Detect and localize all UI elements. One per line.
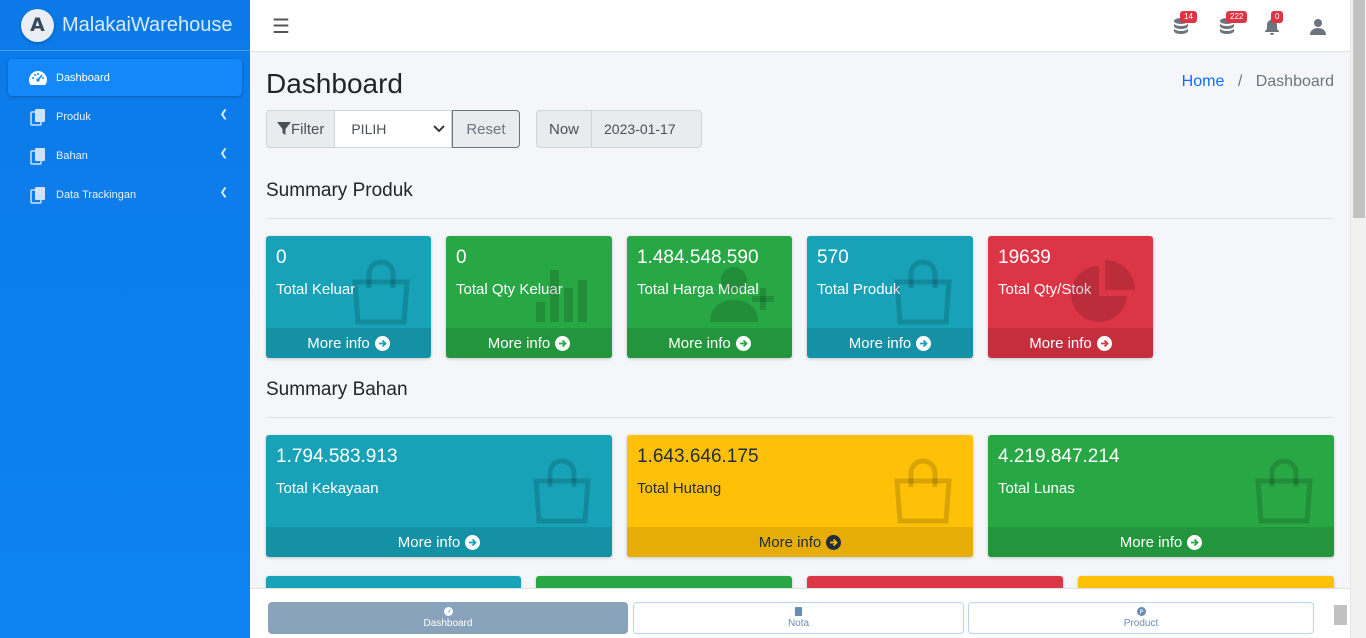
more-info-link[interactable]: More info [807, 328, 973, 358]
shopping-bag-icon [352, 259, 410, 325]
user-plus-icon [710, 267, 774, 322]
now-label: Now [536, 110, 593, 148]
more-info-link[interactable]: More info [446, 328, 612, 358]
chevron-down-icon [433, 125, 446, 133]
filter-group: Filter PILIH Reset [266, 110, 520, 148]
sidebar-item-dashboard[interactable]: Dashboard [8, 59, 242, 96]
bottom-nav: Dashboard Nota P Product [250, 588, 1350, 638]
card-total-kekayaan: 1.794.583.913 Total Kekayaan More info [266, 435, 612, 557]
breadcrumb-current: Dashboard [1255, 73, 1334, 90]
card-total-lunas: 4.219.847.214 Total Lunas More info [988, 435, 1334, 557]
card-total-hutang: 1.643.646.175 Total Hutang More info [627, 435, 973, 557]
chevron-left-icon: ❮ [219, 187, 228, 198]
bell-icon[interactable]: 0 [1259, 11, 1285, 39]
chevron-left-icon: ❮ [219, 109, 228, 120]
bar-chart-icon [536, 270, 587, 322]
bottom-nav-label: Product [1123, 618, 1159, 629]
more-info-link[interactable]: More info [988, 527, 1334, 557]
card-total-keluar: 0 Total Keluar More info [266, 236, 431, 358]
bottom-nav-nota[interactable]: Nota [633, 602, 964, 634]
arrow-circle-right-icon [735, 335, 751, 351]
notification-badge: 14 [1180, 11, 1197, 23]
bottom-nav-label: Dashboard [423, 618, 473, 629]
database-icon[interactable]: 222 [1214, 11, 1248, 39]
sidebar-item-label: Dashboard [56, 71, 110, 84]
database-icon[interactable]: 14 [1168, 11, 1197, 39]
page-scrollbar[interactable] [1350, 0, 1366, 638]
summary-produk-title: Summary Produk [266, 180, 1334, 219]
sidebar-item-data-trackingan[interactable]: Data Trackingan ❮ [8, 176, 242, 213]
arrow-circle-right-icon [916, 335, 932, 351]
copy-icon [28, 146, 48, 166]
bottom-nav-label: Nota [787, 618, 810, 629]
reset-button[interactable]: Reset [452, 110, 520, 148]
bottom-nav-dashboard[interactable]: Dashboard [268, 602, 628, 634]
sidebar-item-label: Bahan [56, 149, 88, 162]
arrow-circle-right-icon [374, 335, 390, 351]
notification-badge: 0 [1271, 11, 1284, 23]
more-info-link[interactable]: More info [988, 328, 1153, 358]
brand-link[interactable]: A MalakaiWarehouse [0, 0, 250, 51]
brand-name: MalakaiWarehouse [62, 13, 233, 36]
arrow-circle-right-icon [465, 534, 481, 550]
sidebar-item-bahan[interactable]: Bahan ❮ [8, 137, 242, 174]
page-title: Dashboard [266, 68, 403, 99]
breadcrumb-home-link[interactable]: Home [1182, 73, 1225, 90]
top-navbar: ☰ 14 222 0 [250, 0, 1350, 52]
arrow-circle-right-icon [555, 335, 571, 351]
copy-icon [28, 185, 48, 205]
more-info-link[interactable]: More info [627, 527, 973, 557]
notification-badge: 222 [1226, 11, 1248, 23]
more-info-link[interactable]: More info [266, 328, 431, 358]
scrollbar-thumb[interactable] [1353, 0, 1365, 218]
arrow-circle-right-icon [826, 534, 842, 550]
more-info-link[interactable]: More info [266, 527, 612, 557]
card-total-harga-modal: 1.484.548.590 Total Harga Modal More info [627, 236, 792, 358]
card-total-qty-keluar: 0 Total Qty Keluar More info [446, 236, 612, 358]
sidebar-item-label: Produk [56, 110, 91, 123]
arrow-circle-right-icon [1096, 335, 1112, 351]
tachometer-icon [443, 607, 453, 616]
more-info-link[interactable]: More info [627, 328, 792, 358]
sidebar-item-produk[interactable]: Produk ❮ [8, 98, 242, 135]
breadcrumb: Home / Dashboard [1182, 73, 1334, 91]
menu-toggle-icon[interactable]: ☰ [272, 14, 290, 39]
chevron-left-icon: ❮ [219, 148, 228, 159]
now-date-field[interactable]: 2023-01-17 [592, 110, 703, 148]
copy-icon [28, 107, 48, 127]
brand-logo: A [21, 8, 54, 42]
user-icon[interactable] [1305, 13, 1331, 39]
breadcrumb-separator: / [1237, 73, 1243, 90]
filter-label: Filter [266, 110, 336, 148]
sidebar-item-label: Data Trackingan [56, 188, 137, 201]
filter-select-value: PILIH [351, 121, 387, 137]
filter-label-text: Filter [291, 120, 325, 138]
summary-bahan-title: Summary Bahan [266, 379, 1334, 418]
note-icon [794, 607, 803, 616]
card-total-produk: 570 Total Produk More info [807, 236, 973, 358]
tachometer-icon [28, 68, 48, 88]
now-group: Now 2023-01-17 [536, 110, 703, 148]
card-total-qty-stok: 19639 Total Qty/Stok More info [988, 236, 1153, 358]
svg-text:P: P [1139, 609, 1143, 616]
pie-chart-icon [1071, 260, 1135, 322]
sidebar-nav: Dashboard Produk ❮ Bahan ❮ Data Tracking… [0, 51, 250, 223]
bottom-nav-product[interactable]: P Product [968, 602, 1314, 634]
shopping-bag-icon [1255, 458, 1313, 524]
filter-select[interactable]: PILIH [335, 110, 453, 148]
shopping-bag-icon [533, 458, 591, 524]
arrow-circle-right-icon [1187, 534, 1203, 550]
shopping-bag-icon [894, 259, 952, 325]
product-icon: P [1136, 607, 1146, 616]
sidebar: A MalakaiWarehouse Dashboard Produk ❮ Ba… [0, 0, 250, 638]
inner-scrollbar-thumb[interactable] [1334, 605, 1347, 625]
shopping-bag-icon [894, 458, 952, 524]
filter-icon [277, 122, 291, 135]
